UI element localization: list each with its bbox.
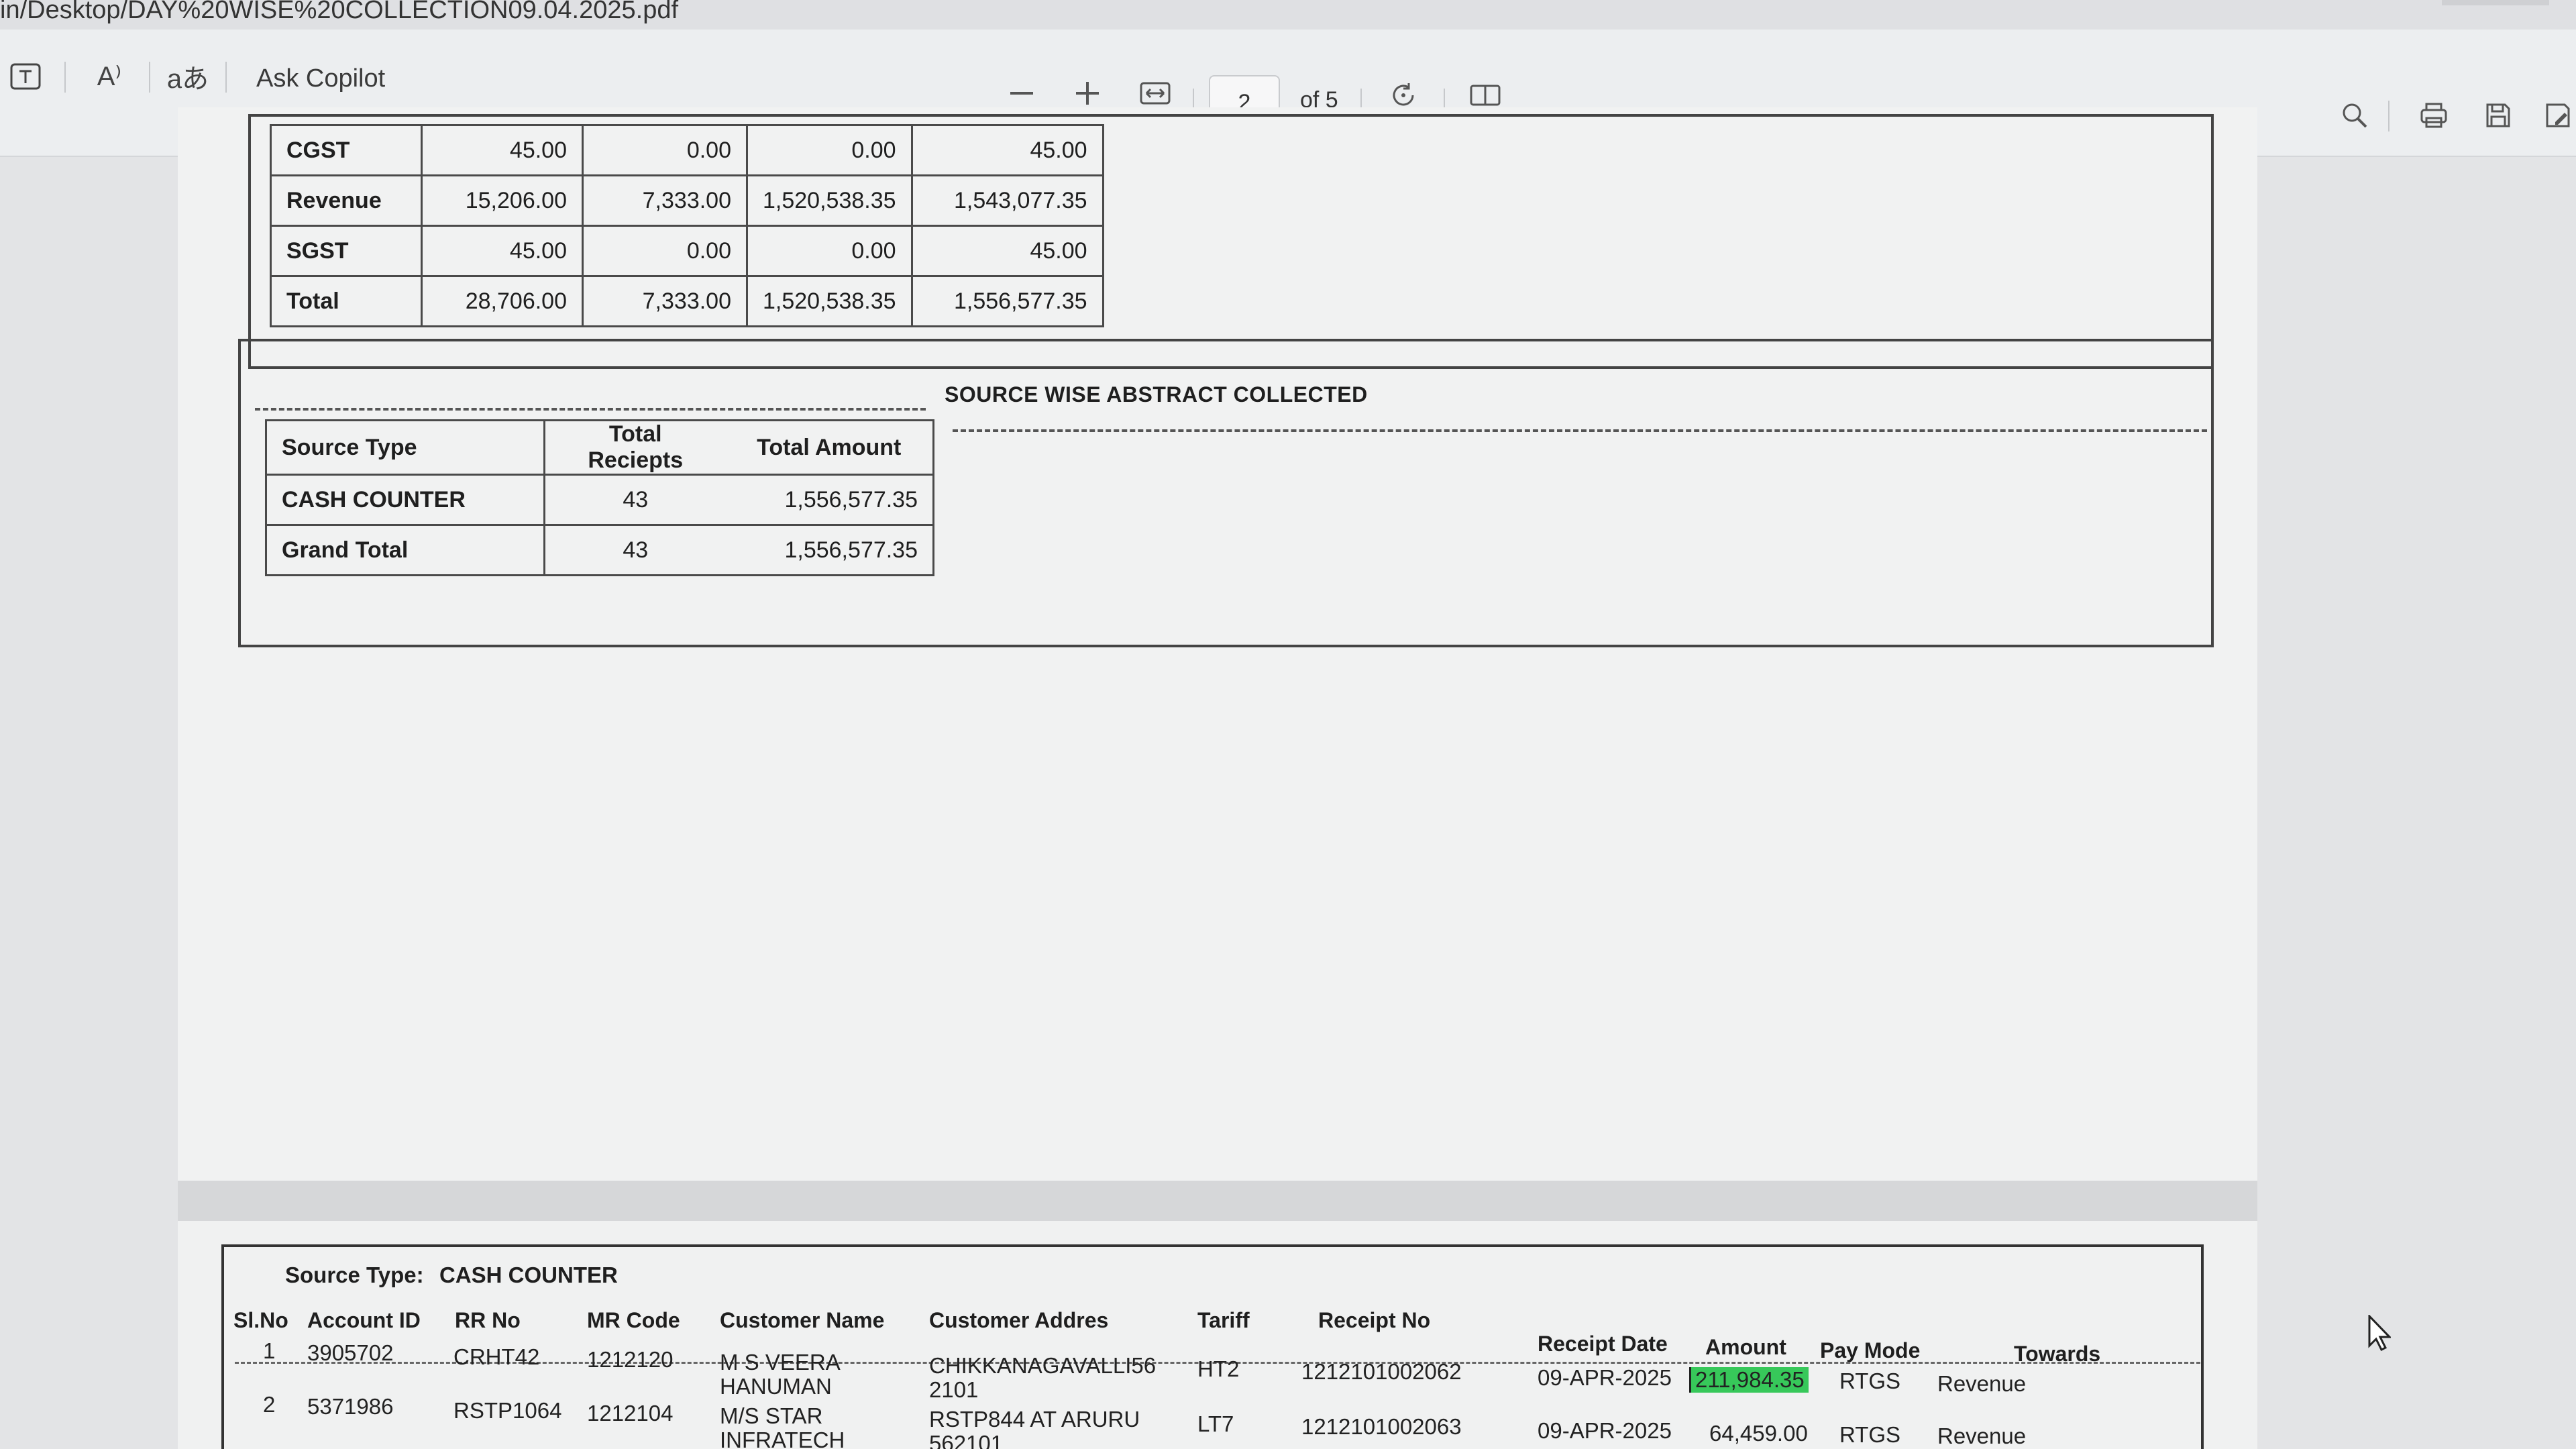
table-row: CGST 45.00 0.00 0.00 45.00 [270,124,1104,176]
column-header: Receipt No [1318,1308,1431,1332]
table-cell: CRHT42 [453,1344,540,1369]
table-cell: 562101 [929,1431,1004,1449]
dashed-separator [255,408,926,411]
table-cell: Revenue [1937,1424,2027,1448]
table-cell: 0.00 [582,124,748,176]
table-cell: 1212101002062 [1301,1359,1462,1384]
column-header: MR Code [587,1308,680,1332]
table-cell: CHIKKANAGAVALLI56 [929,1353,1157,1378]
table-cell: 1 [263,1338,276,1363]
table-cell: LT7 [1197,1411,1234,1436]
search-icon[interactable] [2336,97,2373,134]
table-cell: M/S STAR [720,1403,823,1428]
dashed-separator [953,429,2207,432]
table-cell: 1,520,538.35 [746,174,913,227]
table-cell: 3905702 [307,1340,394,1365]
row-label: Grand Total [265,524,545,576]
summary-table: CGST 45.00 0.00 0.00 45.00 Revenue 15,20… [270,124,1104,327]
table-cell: 2101 [929,1377,979,1402]
table-cell: RSTP1064 [453,1398,562,1423]
table-cell: 1,556,577.35 [725,524,934,576]
table-cell: RTGS [1839,1422,1901,1447]
column-header: RR No [455,1308,521,1332]
table-cell: 45.00 [421,124,584,176]
window-controls[interactable] [2442,0,2549,5]
table-row: Source Type Total Reciepts Total Amount [265,419,934,476]
column-header: Total Amount [725,419,934,476]
table-cell: 15,206.00 [421,174,584,227]
row-label: CASH COUNTER [265,474,545,526]
table-row: CASH COUNTER 43 1,556,577.35 [265,474,934,526]
column-header: Customer Addres [929,1308,1109,1332]
table-cell: 1,556,577.35 [725,474,934,526]
table-cell: 1,556,577.35 [910,275,1104,327]
table-cell: 1212120 [587,1347,674,1372]
table-cell: 45.00 [421,225,584,277]
zoom-out-icon[interactable] [1005,76,1038,110]
file-path: in/Desktop/DAY%20WISE%20COLLECTION09.04.… [0,0,679,24]
table-cell: 7,333.00 [582,174,748,227]
row-label: Revenue [270,174,423,227]
column-header: Tariff [1197,1308,1250,1332]
table-cell: 45.00 [910,225,1104,277]
read-aloud-icon[interactable]: A⁾ [86,56,133,97]
table-row: Revenue 15,206.00 7,333.00 1,520,538.35 … [270,174,1104,227]
column-header: Source Type [265,419,545,476]
fit-width-icon[interactable] [1136,76,1174,110]
table-cell: M S VEERA [720,1350,841,1375]
table-row: SGST 45.00 0.00 0.00 45.00 [270,225,1104,277]
source-type-label: Source Type: [285,1263,424,1287]
column-header: Pay Mode [1820,1338,1921,1362]
table-cell: RSTP844 AT ARURU [929,1407,1140,1432]
table-cell: 1,543,077.35 [910,174,1104,227]
column-header: Amount [1705,1335,1786,1359]
row-label: CGST [270,124,423,176]
table-cell: RTGS [1839,1368,1901,1393]
table-cell: 5371986 [307,1394,394,1419]
table-cell: 09-APR-2025 [1538,1365,1672,1390]
print-icon[interactable] [2415,97,2453,134]
column-header: Customer Name [720,1308,885,1332]
zoom-in-icon[interactable] [1071,76,1104,110]
source-type-value: CASH COUNTER [439,1263,618,1287]
table-cell: Revenue [1937,1371,2027,1396]
abstract-title: SOURCE WISE ABSTRACT COLLECTED [945,382,1368,407]
column-header: Sl.No [233,1308,288,1332]
table-cell: 09-APR-2025 [1538,1418,1672,1443]
table-cell: 0.00 [746,225,913,277]
table-cell: 43 [543,524,726,576]
translate-icon[interactable]: aあ [164,56,212,97]
save-as-icon[interactable] [2540,97,2576,134]
text-view-icon[interactable] [7,58,44,95]
save-icon[interactable] [2479,97,2517,134]
table-cell: HT2 [1197,1356,1240,1381]
table-cell: 1212104 [587,1401,674,1426]
table-cell: 28,706.00 [421,275,584,327]
table-cell: 2 [263,1392,276,1417]
highlighted-amount[interactable]: 211,984.35 [1689,1367,1809,1393]
table-cell: 7,333.00 [582,275,748,327]
table-cell: INFRATECH [720,1428,845,1449]
table-row: Total 28,706.00 7,333.00 1,520,538.35 1,… [270,275,1104,327]
table-row: Grand Total 43 1,556,577.35 [265,524,934,576]
row-label: Total [270,275,423,327]
row-label: SGST [270,225,423,277]
table-cell: 45.00 [910,124,1104,176]
table-cell: 1212101002063 [1301,1414,1462,1439]
table-cell: 64,459.00 [1709,1421,1808,1446]
table-cell: 0.00 [746,124,913,176]
table-cell: 0.00 [582,225,748,277]
page-gap [178,1181,2257,1221]
column-header: Receipt Date [1538,1332,1668,1356]
window-titlebar: in/Desktop/DAY%20WISE%20COLLECTION09.04.… [0,0,2576,30]
table-cell: 43 [543,474,726,526]
abstract-table: Source Type Total Reciepts Total Amount … [265,419,934,576]
table-cell: HANUMAN [720,1374,832,1399]
column-header: Account ID [307,1308,421,1332]
mouse-cursor-icon [2368,1313,2392,1352]
table-cell: 1,520,538.35 [746,275,913,327]
ask-copilot-button[interactable]: Ask Copilot [256,64,385,93]
column-header: Total Reciepts [543,419,726,476]
